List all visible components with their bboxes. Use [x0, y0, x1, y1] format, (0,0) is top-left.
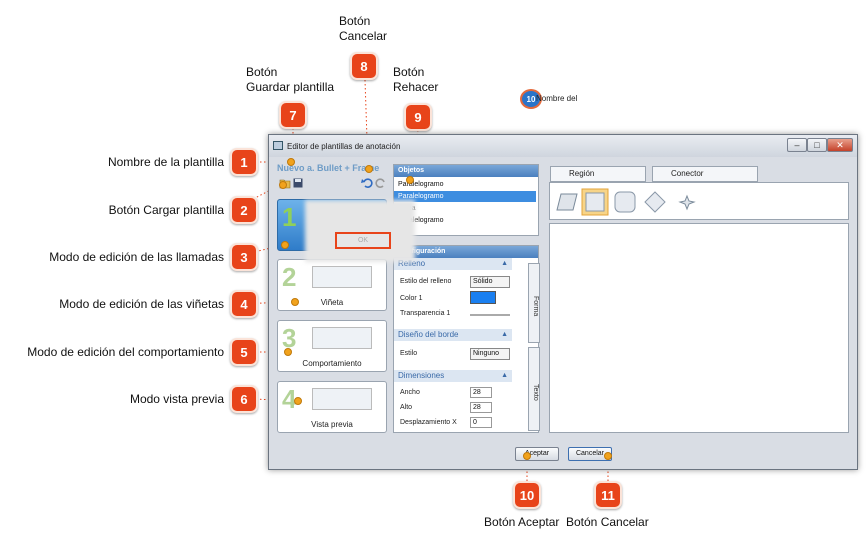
preview-canvas[interactable]	[549, 223, 849, 433]
connector-dot	[279, 181, 287, 189]
configuration-panel: Configuración Relleno ▲ Estilo del rellen…	[393, 245, 539, 433]
window-titlebar: Editor de plantillas de anotación	[269, 135, 857, 157]
accept-button[interactable]: Aceptar	[515, 447, 559, 461]
connector-dot	[287, 158, 295, 166]
label-redo-line2: Rehacer	[393, 80, 439, 94]
rectangle-shape-icon[interactable]	[581, 188, 609, 216]
section-dimensions-label: Dimensiones	[398, 371, 445, 380]
label-behavior-mode: Modo de edición del comportamiento	[27, 345, 224, 359]
mode-preview-label: Vista previa	[311, 420, 353, 429]
object-row[interactable]: Paralelogramo	[394, 215, 536, 226]
collapse-icon[interactable]: ▲	[501, 370, 508, 382]
collapse-icon[interactable]: ▲	[501, 258, 508, 270]
window-title: Editor de plantillas de anotación	[287, 141, 401, 151]
mode-number: 2	[282, 262, 297, 292]
app-icon	[273, 141, 283, 150]
object-row-selected[interactable]: Paralelogramo	[394, 191, 536, 202]
fill-style-label: Estilo del relleno	[400, 278, 452, 285]
label-template-name: Nombre de la plantilla	[107, 155, 224, 169]
connector-dot	[291, 298, 299, 306]
width-label: Ancho	[400, 389, 420, 396]
transparency-label: Transparencia 1	[400, 310, 451, 317]
connector-dot	[281, 241, 289, 249]
badge-4: 4	[230, 290, 258, 318]
label-save-line2: Guardar plantilla	[246, 80, 335, 94]
tab-connector[interactable]: Conector	[652, 166, 758, 182]
badge-3: 3	[230, 243, 258, 271]
badge-7: 7	[279, 101, 307, 129]
label-cancel-top-line2: Cancelar	[339, 29, 388, 43]
blurred-content	[305, 200, 415, 262]
redo-icon[interactable]	[375, 176, 387, 188]
label-accept: Botón Aceptar	[484, 515, 560, 529]
color1-label: Color 1	[400, 295, 423, 302]
label-callout-mode: Modo de edición de las llamadas	[49, 250, 224, 264]
label-bullet-mode: Modo de edición de las viñetas	[59, 297, 224, 311]
height-label: Alto	[400, 404, 413, 411]
width-input[interactable]: 28	[470, 387, 492, 398]
mode-number: 1	[282, 202, 297, 232]
badge-11: 11	[594, 481, 622, 509]
rounded-rectangle-shape-icon[interactable]	[613, 190, 637, 214]
connector-dot	[294, 397, 302, 405]
connector-dot	[284, 348, 292, 356]
connector-dot	[406, 176, 414, 184]
object-row[interactable]: Paralelogramo	[394, 179, 536, 190]
mode-preview[interactable]: 4 Vista previa	[277, 381, 387, 433]
object-row[interactable]: Línea	[394, 203, 536, 214]
preview-thumbnail	[312, 388, 372, 410]
border-style-label: Estilo	[400, 350, 418, 357]
badge-8: 8	[350, 52, 378, 80]
section-border[interactable]: Diseño del borde ▲	[394, 329, 512, 341]
offset-x-input[interactable]: 0	[470, 417, 492, 428]
connector-dot	[523, 452, 531, 460]
color1-swatch[interactable]	[470, 291, 496, 304]
badge-1: 1	[230, 148, 258, 176]
minimize-icon[interactable]: –	[787, 138, 807, 152]
transparency-slider[interactable]	[470, 314, 510, 316]
diamond-shape-icon[interactable]	[643, 190, 667, 214]
mode-behavior[interactable]: 3 Comportamiento	[277, 320, 387, 372]
connector-dot	[604, 452, 612, 460]
configuration-header: Configuración	[394, 246, 538, 258]
bullet-thumbnail	[312, 266, 372, 288]
undo-icon[interactable]	[361, 176, 373, 188]
badge-5: 5	[230, 338, 258, 366]
height-input[interactable]: 28	[470, 402, 492, 413]
section-dimensions[interactable]: Dimensiones ▲	[394, 370, 512, 382]
canvas-ok-region[interactable]: OK	[335, 232, 391, 249]
star-shape-icon[interactable]	[675, 190, 699, 214]
close-icon[interactable]: ✕	[827, 138, 853, 152]
callout-text: Nombre del	[536, 94, 578, 103]
badge-9: 9	[404, 103, 432, 131]
objects-header: Objetos	[394, 165, 538, 177]
save-icon[interactable]	[293, 178, 303, 188]
badge-6: 6	[230, 385, 258, 413]
badge-2: 2	[230, 196, 258, 224]
parallelogram-shape-icon[interactable]	[555, 190, 579, 214]
label-save-line1: Botón	[246, 65, 278, 79]
label-preview-mode: Modo vista previa	[129, 392, 224, 406]
template-editor-window: Editor de plantillas de anotación – □ ✕ …	[268, 134, 858, 470]
tab-shape[interactable]: Forma	[528, 263, 540, 343]
fill-style-select[interactable]: Sólido	[470, 276, 510, 288]
border-style-select[interactable]: Ninguno	[470, 348, 510, 360]
label-redo-line1: Botón	[393, 65, 425, 79]
behavior-thumbnail	[312, 327, 372, 349]
label-cancel-top-line1: Botón	[339, 14, 371, 28]
tab-text[interactable]: Texto	[528, 347, 540, 431]
maximize-icon[interactable]: □	[807, 138, 827, 152]
mode-behavior-label: Comportamiento	[302, 359, 362, 368]
label-cancel-bottom: Botón Cancelar	[566, 515, 649, 529]
tab-region[interactable]: Región	[550, 166, 646, 182]
section-border-label: Diseño del borde	[398, 330, 459, 339]
offset-x-label: Desplazamiento X	[400, 419, 457, 426]
badge-10: 10	[513, 481, 541, 509]
label-load-template: Botón Cargar plantilla	[108, 203, 224, 217]
connector-dot	[365, 165, 373, 173]
collapse-icon[interactable]: ▲	[501, 329, 508, 341]
